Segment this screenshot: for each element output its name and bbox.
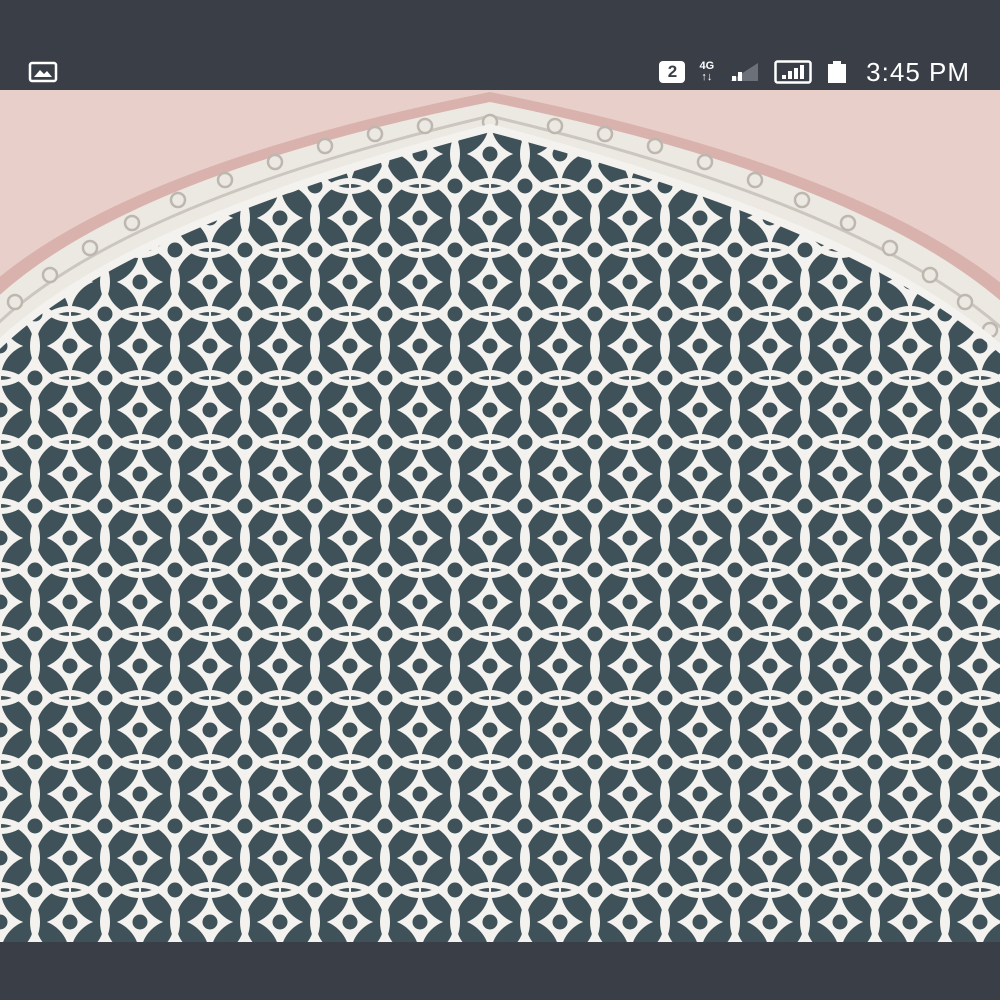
gallery-notification-icon — [28, 60, 58, 84]
network-arrows: ↑↓ — [701, 71, 713, 83]
wifi-signal-icon — [774, 60, 812, 84]
sim-badge: 2 — [659, 61, 686, 83]
status-icons: 2 4G ↑↓ 3:45 PM — [659, 56, 970, 88]
image-viewer[interactable] — [0, 90, 1000, 942]
network-type: 4G ↑↓ — [699, 61, 714, 83]
image-icon — [28, 61, 58, 83]
status-bar: 2 4G ↑↓ 3:45 PM — [0, 0, 1000, 90]
lattice-window-photo[interactable] — [0, 90, 1000, 942]
phone-screen: 2 4G ↑↓ 3:45 PM — [0, 0, 1000, 1000]
navigation-bar — [0, 942, 1000, 1000]
clock: 3:45 PM — [866, 56, 970, 87]
mobile-signal-icon — [730, 63, 759, 81]
battery-icon — [828, 61, 847, 83]
